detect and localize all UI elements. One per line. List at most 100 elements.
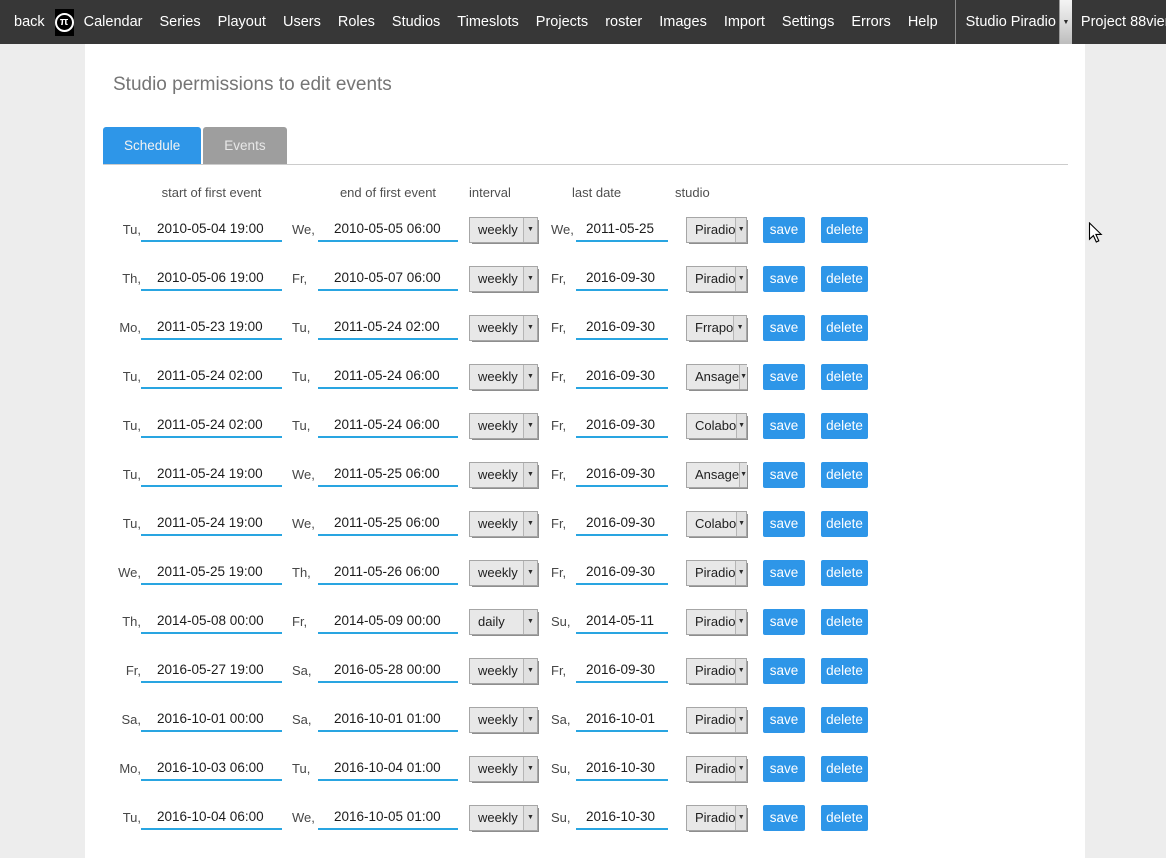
select-arrow-button[interactable]: ▼ [523,561,537,585]
last-date-input[interactable] [576,511,668,536]
start-datetime-input[interactable] [141,462,282,487]
delete-button[interactable]: delete [821,413,868,439]
interval-select[interactable]: weekly ▼ [469,756,538,782]
save-button[interactable]: save [763,315,805,341]
last-date-input[interactable] [576,805,668,830]
delete-button[interactable]: delete [821,266,868,292]
save-button[interactable]: save [763,217,805,243]
interval-select[interactable]: weekly ▼ [469,413,538,439]
save-button[interactable]: save [763,560,805,586]
end-datetime-input[interactable] [318,217,458,242]
delete-button[interactable]: delete [821,805,868,831]
save-button[interactable]: save [763,756,805,782]
select-arrow-button[interactable]: ▼ [523,806,537,830]
select-arrow-button[interactable]: ▼ [523,218,537,242]
delete-button[interactable]: delete [821,560,868,586]
studio-select[interactable]: Colabo ▼ [686,413,747,439]
nav-item-series[interactable]: Series [159,14,200,30]
select-arrow-button[interactable]: ▼ [523,708,537,732]
interval-select[interactable]: weekly ▼ [469,462,538,488]
select-arrow-button[interactable]: ▼ [523,414,537,438]
studio-select[interactable]: Piradio ▼ [686,217,747,243]
project-dropdown-value[interactable]: Project 88vier [1081,14,1166,30]
nav-item-settings[interactable]: Settings [782,14,834,30]
start-datetime-input[interactable] [141,364,282,389]
start-datetime-input[interactable] [141,658,282,683]
select-arrow-button[interactable]: ▼ [735,610,746,634]
last-date-input[interactable] [576,413,668,438]
select-arrow-button[interactable]: ▼ [523,512,537,536]
end-datetime-input[interactable] [318,560,458,585]
end-datetime-input[interactable] [318,707,458,732]
delete-button[interactable]: delete [821,707,868,733]
nav-item-help[interactable]: Help [908,14,938,30]
nav-item-roles[interactable]: Roles [338,14,375,30]
end-datetime-input[interactable] [318,511,458,536]
last-date-input[interactable] [576,462,668,487]
save-button[interactable]: save [763,511,805,537]
interval-select[interactable]: weekly ▼ [469,364,538,390]
select-arrow-button[interactable]: ▼ [733,316,746,340]
nav-item-roster[interactable]: roster [605,14,642,30]
select-arrow-button[interactable]: ▼ [735,561,746,585]
select-arrow-button[interactable]: ▼ [735,659,746,683]
nav-item-playout[interactable]: Playout [218,14,266,30]
select-arrow-button[interactable]: ▼ [523,610,537,634]
select-arrow-button[interactable]: ▼ [735,267,746,291]
studio-select[interactable]: Piradio ▼ [686,805,747,831]
interval-select[interactable]: weekly ▼ [469,315,538,341]
select-arrow-button[interactable]: ▼ [735,757,746,781]
interval-select[interactable]: weekly ▼ [469,511,538,537]
interval-select[interactable]: weekly ▼ [469,805,538,831]
last-date-input[interactable] [576,364,668,389]
studio-select[interactable]: Piradio ▼ [686,658,747,684]
save-button[interactable]: save [763,462,805,488]
last-date-input[interactable] [576,315,668,340]
last-date-input[interactable] [576,266,668,291]
nav-item-errors[interactable]: Errors [851,14,890,30]
delete-button[interactable]: delete [821,315,868,341]
studio-select[interactable]: Piradio ▼ [686,560,747,586]
nav-item-import[interactable]: Import [724,14,765,30]
last-date-input[interactable] [576,609,668,634]
studio-dropdown-value[interactable]: Studio Piradio [966,14,1056,30]
delete-button[interactable]: delete [821,511,868,537]
select-arrow-button[interactable]: ▼ [735,806,746,830]
select-arrow-button[interactable]: ▼ [523,316,537,340]
last-date-input[interactable] [576,560,668,585]
end-datetime-input[interactable] [318,462,458,487]
select-arrow-button[interactable]: ▼ [523,365,537,389]
studio-select[interactable]: Piradio ▼ [686,756,747,782]
start-datetime-input[interactable] [141,511,282,536]
nav-item-images[interactable]: Images [659,14,707,30]
nav-item-projects[interactable]: Projects [536,14,588,30]
start-datetime-input[interactable] [141,560,282,585]
studio-dropdown-button[interactable]: ▼ [1059,0,1072,44]
delete-button[interactable]: delete [821,217,868,243]
nav-item-calendar[interactable]: Calendar [84,14,143,30]
select-arrow-button[interactable]: ▼ [523,757,537,781]
studio-select[interactable]: Frrapo ▼ [686,315,747,341]
studio-select[interactable]: Piradio ▼ [686,707,747,733]
back-link[interactable]: back [14,14,45,30]
select-arrow-button[interactable]: ▼ [736,512,746,536]
delete-button[interactable]: delete [821,364,868,390]
studio-select[interactable]: Colabo ▼ [686,511,747,537]
studio-select[interactable]: Ansage ▼ [686,364,747,390]
end-datetime-input[interactable] [318,658,458,683]
save-button[interactable]: save [763,609,805,635]
nav-item-studios[interactable]: Studios [392,14,440,30]
end-datetime-input[interactable] [318,315,458,340]
last-date-input[interactable] [576,658,668,683]
select-arrow-button[interactable]: ▼ [523,463,537,487]
interval-select[interactable]: weekly ▼ [469,707,538,733]
tab-schedule[interactable]: Schedule [103,127,201,164]
delete-button[interactable]: delete [821,609,868,635]
nav-item-users[interactable]: Users [283,14,321,30]
start-datetime-input[interactable] [141,756,282,781]
interval-select[interactable]: weekly ▼ [469,560,538,586]
studio-select[interactable]: Piradio ▼ [686,266,747,292]
select-arrow-button[interactable]: ▼ [739,365,747,389]
save-button[interactable]: save [763,658,805,684]
end-datetime-input[interactable] [318,805,458,830]
